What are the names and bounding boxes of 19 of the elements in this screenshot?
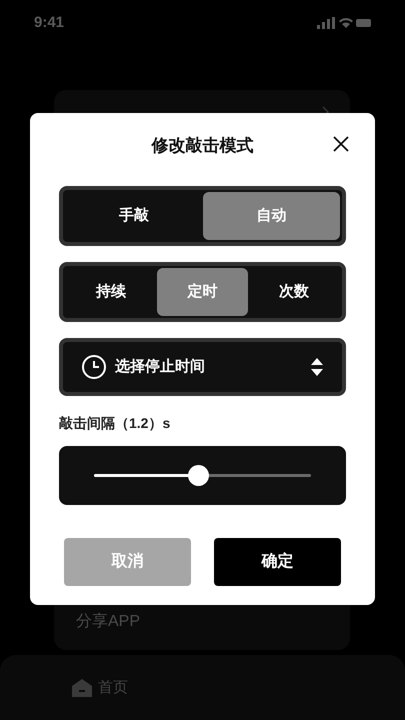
slider-track[interactable] [94,474,311,477]
close-icon [333,136,349,152]
slider[interactable] [94,465,311,486]
status-time: 9:41 [34,12,64,33]
home-icon [72,679,92,698]
clock-icon [81,354,107,380]
sort-arrows-icon [310,358,324,376]
dropdown-placeholder: 选择停止时间 [115,356,206,377]
slider-thumb[interactable] [188,465,210,486]
status-icons [317,17,371,29]
segment-tab[interactable]: 次数 [248,268,340,316]
stop-time-dropdown[interactable]: 选择停止时间 [59,338,346,396]
segment-tab[interactable]: 自动 [202,192,340,240]
confirm-button[interactable]: 确定 [214,538,341,586]
interval-label: 敲击间隔（1.2）s [59,415,170,431]
segment-tab[interactable]: 定时 [156,268,248,316]
segment-tab[interactable]: 持续 [65,268,157,316]
segment-tab[interactable]: 手敲 [65,192,202,240]
dialog-title: 修改敲击模式 [152,135,254,157]
